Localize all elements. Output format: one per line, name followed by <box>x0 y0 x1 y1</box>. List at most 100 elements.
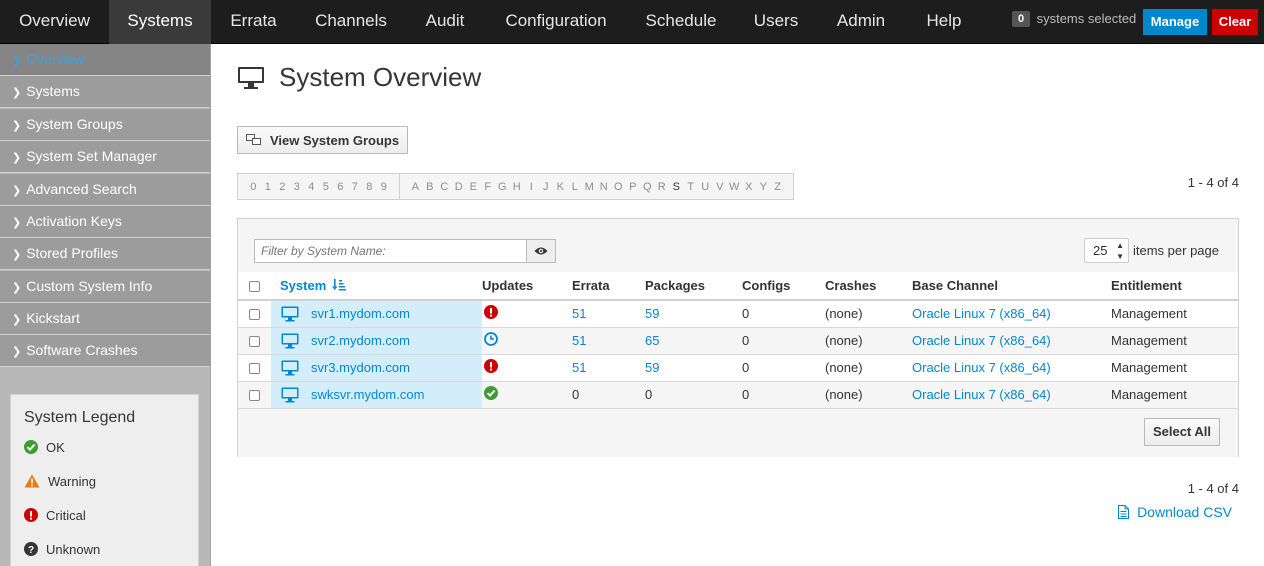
configs-cell: 0 <box>742 327 825 355</box>
entitlement-cell: Management <box>1111 381 1238 409</box>
errata-cell: 51 <box>572 354 645 382</box>
alpha-digit: 7 <box>351 180 358 193</box>
sidebar-item-system-groups[interactable]: ❯ System Groups <box>0 108 210 141</box>
legend-item-warning: Warning <box>24 471 185 505</box>
nav-schedule[interactable]: Schedule <box>628 0 734 44</box>
base-channel-link[interactable]: Oracle Linux 7 (x86_64) <box>912 387 1051 402</box>
nav-audit[interactable]: Audit <box>406 0 484 44</box>
sidebar-item-label: Custom System Info <box>26 277 153 294</box>
configs-cell: 0 <box>742 381 825 409</box>
legend-item-ok: OK <box>24 437 185 471</box>
letter-group: ABCDEFGHIJKLMNOPQRSTUVWXYZ <box>399 174 793 199</box>
base-channel-link[interactable]: Oracle Linux 7 (x86_64) <box>912 360 1051 375</box>
row-select-cell <box>238 381 271 409</box>
view-system-groups-button[interactable]: View System Groups <box>237 126 409 154</box>
system-name-link[interactable]: swksvr.mydom.com <box>311 387 424 402</box>
manage-button[interactable]: Manage <box>1143 9 1207 35</box>
packages-link[interactable]: 59 <box>645 306 659 321</box>
packages-link[interactable]: 65 <box>645 333 659 348</box>
page-header: System Overview <box>237 62 481 93</box>
sidebar-item-software-crashes[interactable]: ❯ Software Crashes <box>0 335 210 367</box>
alpha-letter: U <box>701 180 710 193</box>
nav-overview[interactable]: Overview <box>0 0 109 44</box>
nav-admin[interactable]: Admin <box>818 0 904 44</box>
nav-channels[interactable]: Channels <box>296 0 406 44</box>
base-channel-link[interactable]: Oracle Linux 7 (x86_64) <box>912 333 1051 348</box>
base-channel-cell: Oracle Linux 7 (x86_64) <box>912 354 1111 382</box>
errata-link[interactable]: 51 <box>572 306 586 321</box>
nav-help[interactable]: Help <box>904 0 984 44</box>
select-all-button[interactable]: Select All <box>1143 418 1220 446</box>
column-header-system[interactable]: System <box>271 272 482 301</box>
packages-link[interactable]: 59 <box>645 360 659 375</box>
table-row: swksvr.mydom.com 0 0 0 (none) Oracle Linux 7 … <box>238 381 1238 409</box>
column-label: System <box>280 278 327 293</box>
row-checkbox[interactable] <box>249 309 260 321</box>
updates-cell <box>482 354 572 382</box>
entitlement-cell: Management <box>1111 327 1238 355</box>
alphabet-filter: 0123456789 ABCDEFGHIJKLMNOPQRSTUVWXYZ <box>237 173 794 200</box>
column-header-entitlement: Entitlement <box>1111 272 1238 301</box>
filter-apply-button[interactable] <box>526 239 556 263</box>
alpha-letter: J <box>543 180 549 193</box>
view-system-groups-label: View System Groups <box>270 132 400 148</box>
systems-table-panel: 25 ▲▼ items per page System Updates Erra… <box>237 218 1239 457</box>
updates-cell <box>482 327 572 355</box>
chevron-right-icon: ❯ <box>12 281 22 294</box>
critical-icon <box>484 359 498 373</box>
sidebar-item-overview[interactable]: ❯ Overview <box>0 44 210 76</box>
nav-errata[interactable]: Errata <box>211 0 296 44</box>
sidebar-item-custom-system-info[interactable]: ❯ Custom System Info <box>0 270 210 303</box>
alpha-letter[interactable]: S <box>669 181 684 193</box>
sidebar-item-label: Overview <box>26 51 85 67</box>
alpha-letter: M <box>584 180 594 193</box>
crashes-cell: (none) <box>825 354 912 382</box>
row-checkbox[interactable] <box>249 390 260 402</box>
row-checkbox[interactable] <box>249 336 260 348</box>
alpha-letter: G <box>497 180 507 193</box>
base-channel-link[interactable]: Oracle Linux 7 (x86_64) <box>912 306 1051 321</box>
alpha-letter: Z <box>774 180 782 193</box>
select-all-checkbox[interactable] <box>249 281 260 293</box>
nav-configuration[interactable]: Configuration <box>484 0 628 44</box>
clear-button[interactable]: Clear <box>1212 9 1258 35</box>
row-checkbox[interactable] <box>249 363 260 375</box>
alpha-letter: D <box>454 180 463 193</box>
table-row: svr1.mydom.com 51 59 0 (none) Oracle Linux 7 … <box>238 300 1238 328</box>
sidebar-item-kickstart[interactable]: ❯ Kickstart <box>0 303 210 335</box>
base-channel-cell: Oracle Linux 7 (x86_64) <box>912 327 1111 355</box>
system-name-link[interactable]: svr3.mydom.com <box>311 360 410 375</box>
svg-text:?: ? <box>28 545 34 556</box>
sidebar-item-systems[interactable]: ❯ Systems <box>0 76 210 108</box>
errata-link[interactable]: 51 <box>572 360 586 375</box>
filter-system-name-input[interactable] <box>254 239 527 263</box>
sidebar-item-label: Advanced Search <box>26 180 137 197</box>
alpha-letter: L <box>571 180 578 193</box>
nav-users[interactable]: Users <box>734 0 818 44</box>
nav-systems[interactable]: Systems <box>109 0 211 44</box>
chevron-right-icon: ❯ <box>12 87 22 99</box>
ok-icon <box>24 440 38 454</box>
packages-value: 0 <box>645 387 653 402</box>
errata-link[interactable]: 51 <box>572 333 586 348</box>
sidebar-item-label: System Groups <box>26 115 123 132</box>
sidebar-item-system-set-manager[interactable]: ❯ System Set Manager <box>0 141 210 173</box>
alpha-letter: O <box>613 180 623 193</box>
items-per-page-select[interactable]: 25 ▲ ▼ <box>1084 238 1129 263</box>
sidebar-item-advanced-search[interactable]: ❯ Advanced Search <box>0 173 210 206</box>
sidebar-item-activation-keys[interactable]: ❯ Activation Keys <box>0 206 210 238</box>
system-name-link[interactable]: svr1.mydom.com <box>311 306 410 321</box>
alpha-digit: 3 <box>293 180 300 193</box>
critical-icon <box>484 305 498 320</box>
system-name-link[interactable]: svr2.mydom.com <box>311 333 410 348</box>
chevron-right-icon: ❯ <box>12 314 22 326</box>
sidebar-item-stored-profiles[interactable]: ❯ Stored Profiles <box>0 238 210 270</box>
download-csv-link[interactable]: Download CSV <box>1118 504 1232 520</box>
alpha-letter: Y <box>759 180 767 193</box>
alpha-letter: X <box>745 180 753 193</box>
pagination-bottom: 1 - 4 of 4 <box>1187 481 1239 496</box>
sidebar-item-label: Kickstart <box>26 310 80 326</box>
sidebar-item-label: System Set Manager <box>26 148 157 164</box>
clock-icon <box>484 332 498 346</box>
legend-label: Warning <box>48 474 96 489</box>
